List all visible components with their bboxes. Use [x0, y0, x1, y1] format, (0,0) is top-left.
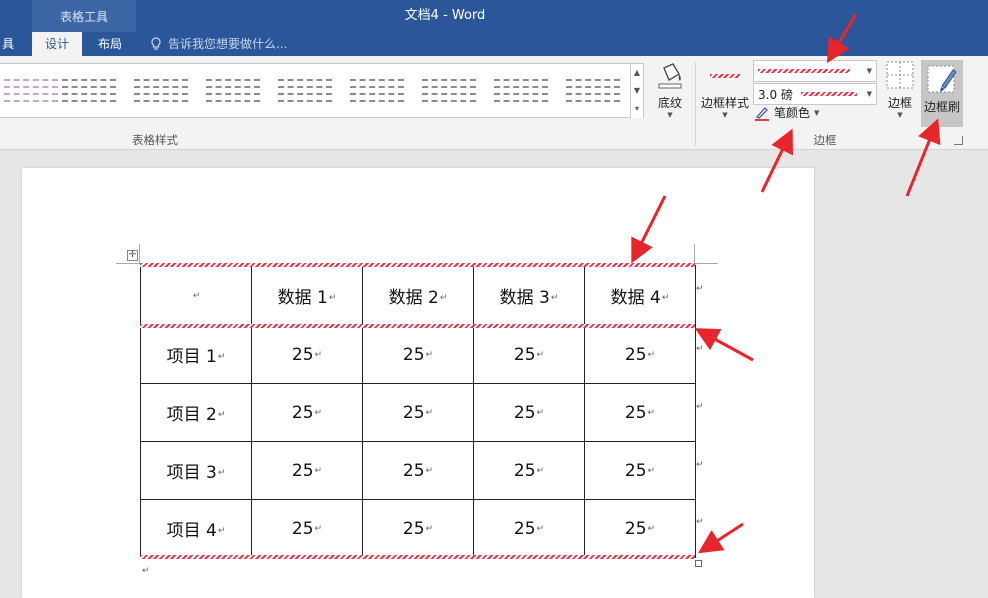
row-end-mark: ↵	[696, 460, 704, 470]
table-cell[interactable]: 数据 1↵	[251, 265, 363, 326]
border-styles-label: 边框样式	[700, 96, 749, 110]
painted-border-bottom	[140, 555, 695, 559]
borders-grid-icon	[886, 61, 914, 89]
table-style-9[interactable]	[562, 68, 624, 114]
table-style-5[interactable]	[274, 68, 336, 114]
table-row: 项目 3↵ 25↵ 25↵ 25↵ 25↵	[140, 441, 696, 500]
table-header-row: ↵ 数据 1↵ 数据 2↵ 数据 3↵ 数据 4↵	[140, 265, 696, 326]
table-cell[interactable]: 25↵	[473, 383, 585, 442]
borders-button[interactable]: 边框 ▼	[882, 60, 918, 119]
table-style-6[interactable]	[346, 68, 408, 114]
table-cell[interactable]: 数据 4↵	[584, 265, 696, 326]
shading-button[interactable]: 底纹 ▼	[652, 60, 688, 119]
row-end-mark: ↵	[696, 344, 704, 354]
table-cell[interactable]: 25↵	[584, 325, 696, 384]
border-styles-button[interactable]: 边框样式 ▼	[699, 60, 751, 119]
border-painter-button[interactable]: 边框刷	[921, 60, 963, 127]
gallery-scroll-down[interactable]: ▼	[630, 82, 643, 100]
tab-design[interactable]: 设计	[32, 32, 82, 56]
tab-tools[interactable]: 具	[0, 32, 16, 56]
paragraph-mark: ↵	[142, 566, 150, 576]
table-cell[interactable]: 25↵	[584, 441, 696, 500]
border-painter-icon	[927, 65, 957, 93]
crop-mark	[694, 244, 718, 264]
table-cell[interactable]: 25↵	[251, 441, 363, 500]
table-cell[interactable]: ↵	[140, 265, 252, 326]
table-cell[interactable]: 25↵	[251, 383, 363, 442]
data-table[interactable]: ↵ 数据 1↵ 数据 2↵ 数据 3↵ 数据 4↵ 项目 1↵ 25↵ 25↵ …	[140, 265, 696, 558]
table-cell[interactable]: 数据 3↵	[473, 265, 585, 326]
lightbulb-icon	[151, 37, 161, 50]
chevron-down-icon: ▼	[814, 108, 820, 117]
chevron-down-icon: ▼	[897, 111, 903, 119]
borders-group-label: 边框	[813, 133, 837, 147]
pen-color-button[interactable]: 笔颜色 ▼	[754, 104, 819, 121]
pen-icon	[755, 106, 769, 121]
table-cell[interactable]: 25↵	[473, 499, 585, 558]
table-styles-group-label: 表格样式	[132, 133, 178, 147]
line-weight-value: 3.0 磅	[758, 87, 793, 102]
line-style-preview	[758, 69, 850, 73]
table-style-1[interactable]	[0, 68, 62, 114]
border-painter-label: 边框刷	[923, 100, 960, 114]
shading-label: 底纹	[657, 96, 682, 110]
chevron-down-icon: ▼	[722, 111, 728, 119]
table-row: 项目 2↵ 25↵ 25↵ 25↵ 25↵	[140, 383, 696, 442]
table-row: 项目 1↵ 25↵ 25↵ 25↵ 25↵	[140, 325, 696, 384]
chevron-down-icon: ▼	[866, 90, 872, 98]
gallery-more[interactable]: ▾	[630, 100, 643, 118]
dialog-launcher-icon[interactable]	[954, 136, 963, 145]
table-styles-gallery[interactable]: ▲ ▼ ▾	[0, 63, 644, 118]
row-end-mark: ↵	[696, 284, 704, 294]
gallery-scroll-up[interactable]: ▲	[630, 64, 643, 82]
table-cell[interactable]: 25↵	[584, 383, 696, 442]
line-weight-dropdown[interactable]: 3.0 磅 ▼	[753, 83, 877, 105]
table-cell[interactable]: 25↵	[251, 325, 363, 384]
borders-label: 边框	[887, 96, 912, 110]
line-weight-preview	[800, 92, 857, 96]
line-style-dropdown[interactable]: ▼	[753, 60, 877, 82]
border-style-preview-icon	[710, 74, 740, 78]
table-cell[interactable]: 项目 3↵	[140, 441, 252, 500]
table-style-2[interactable]	[58, 68, 120, 114]
document-title: 文档4 - Word	[404, 8, 486, 23]
chevron-down-icon: ▼	[866, 67, 872, 75]
table-move-handle-icon[interactable]: ✛	[127, 250, 138, 261]
pen-color-label: 笔颜色	[774, 106, 811, 120]
table-cell[interactable]: 25↵	[473, 325, 585, 384]
title-bar: 表格工具 文档4 - Word 具 设计 布局 告诉我您想要做什么...	[0, 0, 988, 56]
table-cell[interactable]: 25↵	[362, 499, 474, 558]
table-cell[interactable]: 项目 2↵	[140, 383, 252, 442]
table-resize-handle-icon[interactable]	[695, 560, 702, 567]
table-cell[interactable]: 25↵	[473, 441, 585, 500]
table-cell[interactable]: 25↵	[584, 499, 696, 558]
table-style-7[interactable]	[418, 68, 480, 114]
row-end-mark: ↵	[696, 402, 704, 412]
table-cell[interactable]: 数据 2↵	[362, 265, 474, 326]
table-style-4[interactable]	[202, 68, 264, 114]
painted-border-top	[140, 263, 695, 267]
ribbon: ▲ ▼ ▾ 表格样式 底纹 ▼ 边框样式 ▼ ▼ 3.0 磅 ▼ 笔颜色 ▼ 边…	[0, 56, 988, 150]
tab-layout[interactable]: 布局	[86, 32, 134, 56]
tell-me-box[interactable]: 告诉我您想要做什么...	[150, 32, 287, 56]
table-cell[interactable]: 项目 4↵	[140, 499, 252, 558]
table-cell[interactable]: 25↵	[362, 325, 474, 384]
table-cell[interactable]: 项目 1↵	[140, 325, 252, 384]
ribbon-separator	[695, 62, 696, 146]
chevron-down-icon: ▼	[667, 111, 673, 119]
table-cell[interactable]: 25↵	[251, 499, 363, 558]
tell-me-placeholder: 告诉我您想要做什么...	[168, 37, 288, 51]
row-end-mark: ↵	[696, 517, 704, 527]
table-cell[interactable]: 25↵	[362, 441, 474, 500]
painted-border-header	[140, 324, 695, 328]
table-row: 项目 4↵ 25↵ 25↵ 25↵ 25↵	[140, 499, 696, 558]
table-style-8[interactable]	[490, 68, 552, 114]
context-group-table-tools: 表格工具	[32, 0, 136, 32]
table-cell[interactable]: 25↵	[362, 383, 474, 442]
table-style-3[interactable]	[130, 68, 192, 114]
paint-bucket-icon	[658, 63, 682, 89]
